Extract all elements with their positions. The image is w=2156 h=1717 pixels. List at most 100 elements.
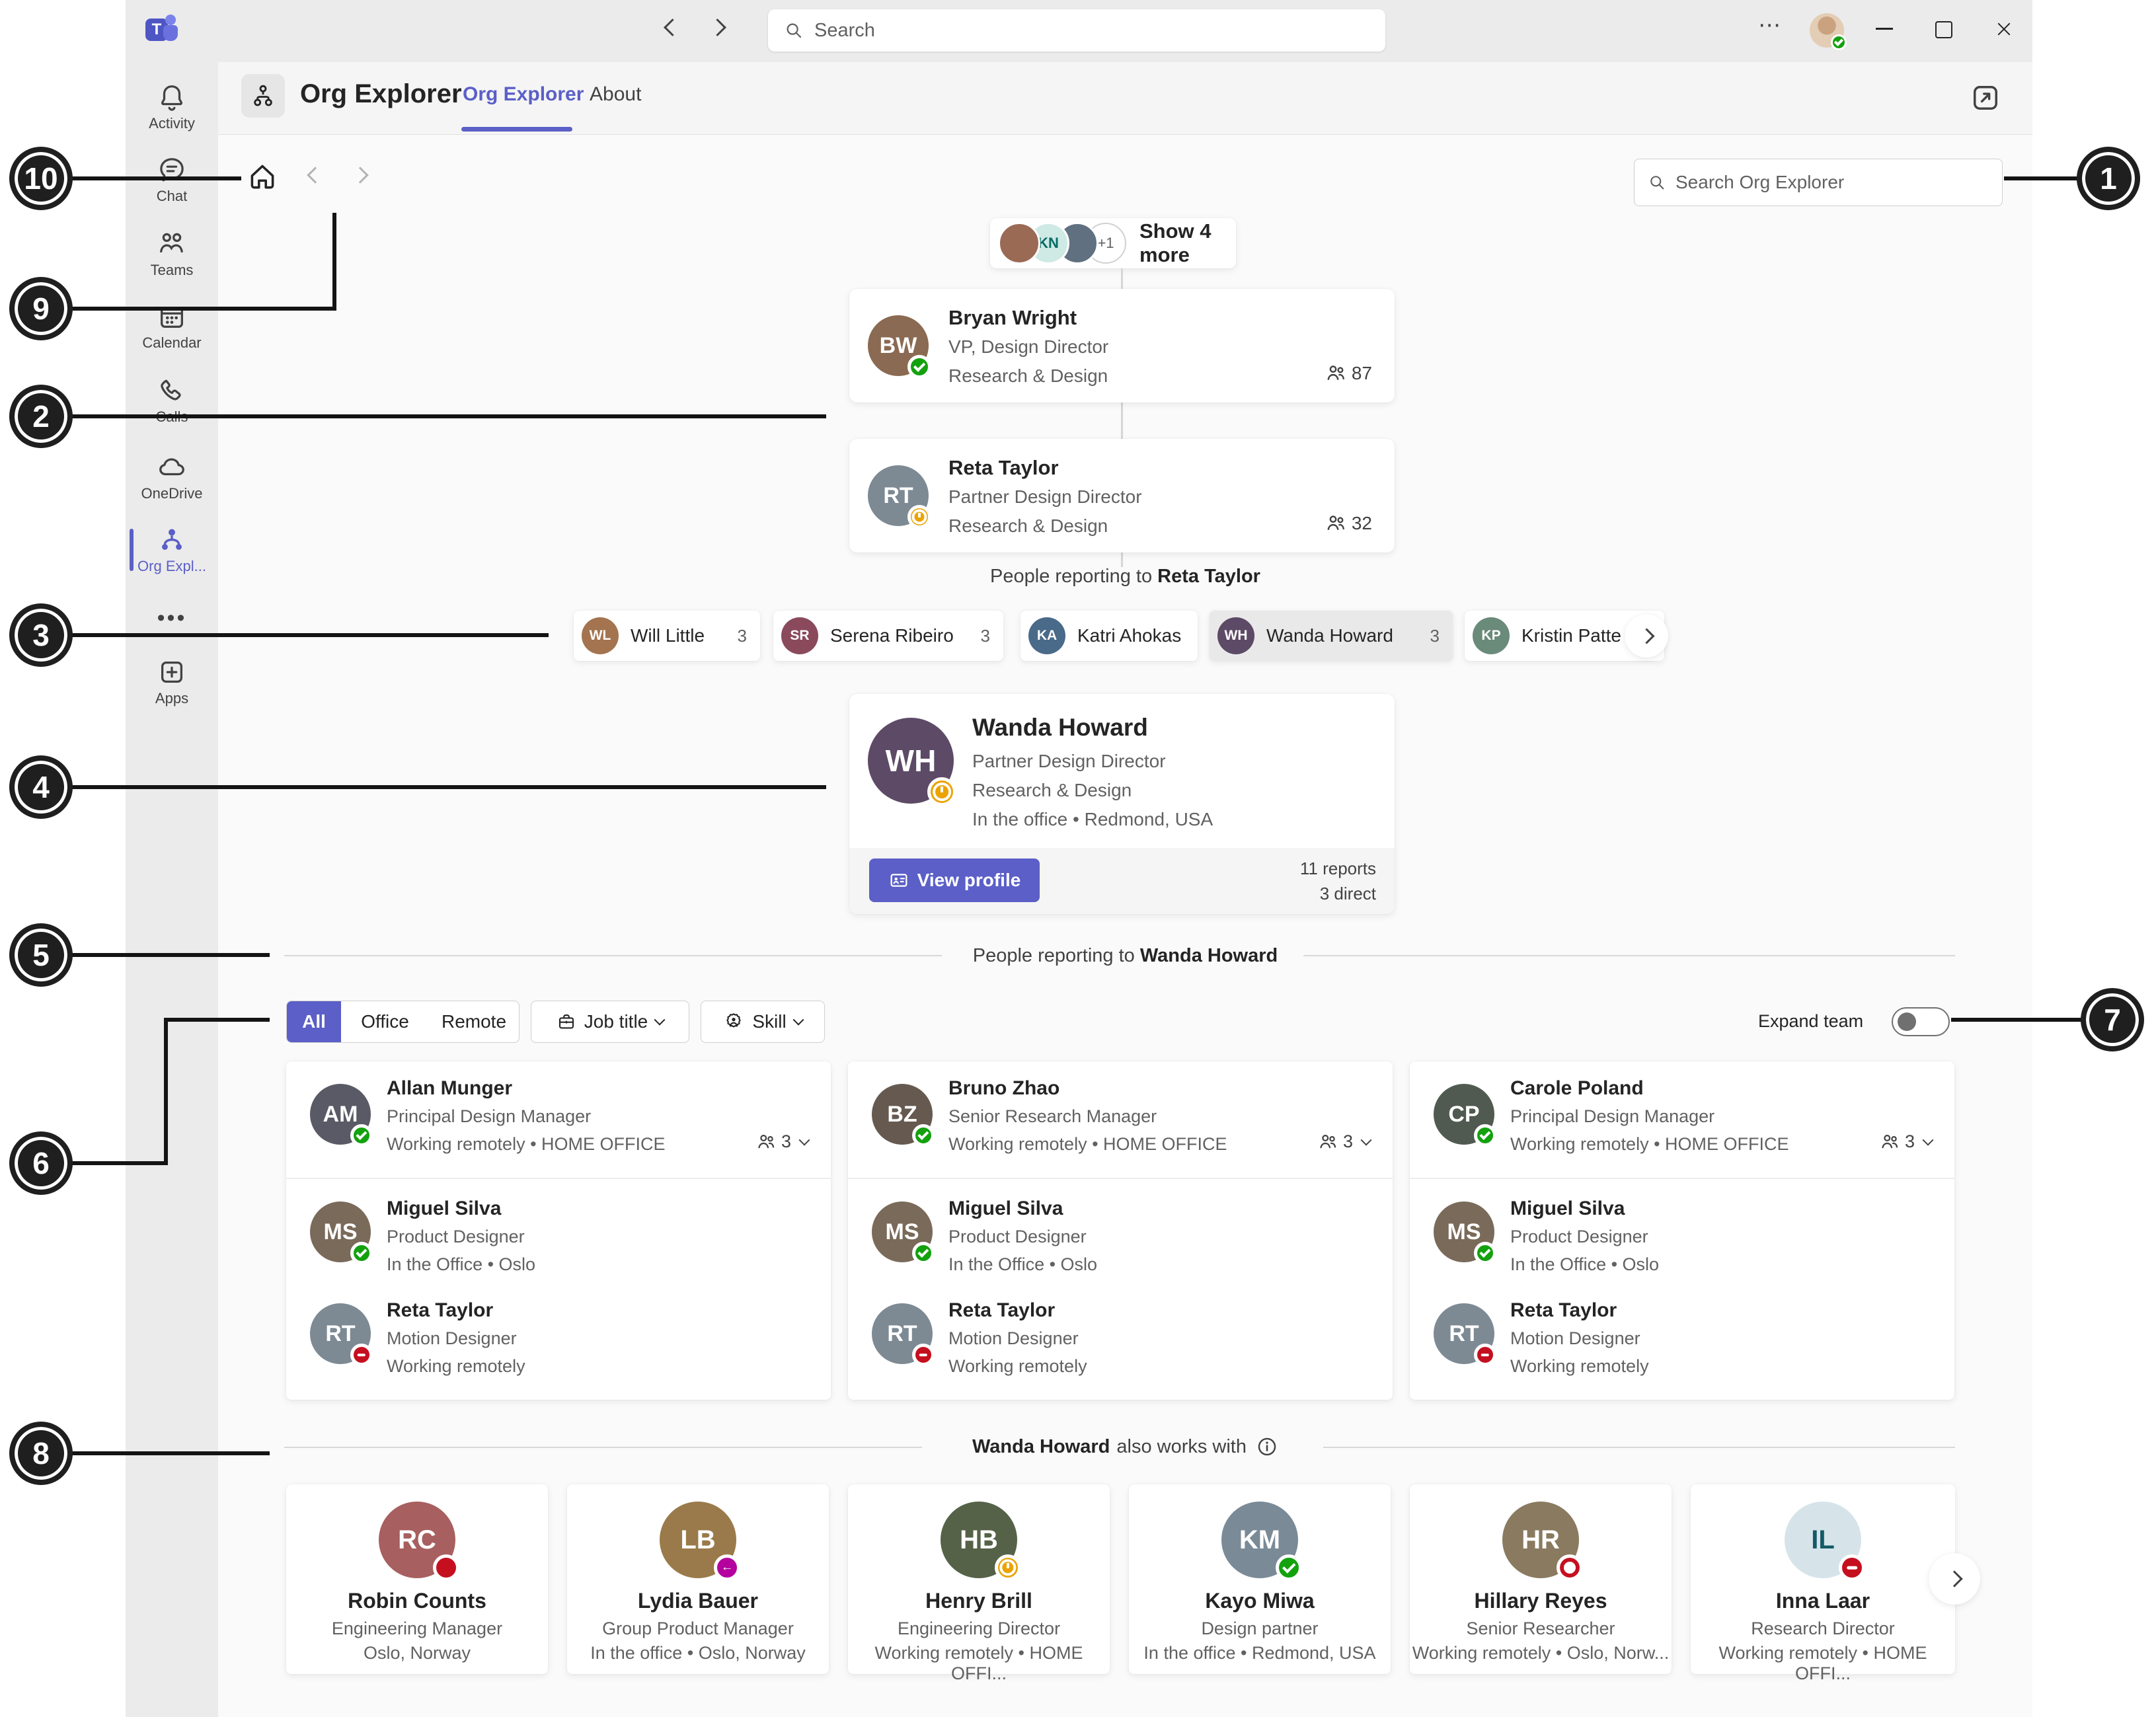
- teams-logo-icon: T: [145, 15, 178, 48]
- manager-card-reta-taylor[interactable]: RT Reta Taylor Partner Design Director R…: [849, 439, 1395, 553]
- titlebar-back-button[interactable]: [666, 21, 679, 34]
- expand-reports-control[interactable]: 3: [1880, 1131, 1932, 1152]
- sidebar-item-activity[interactable]: Activity: [126, 82, 218, 132]
- people-icon: [1880, 1132, 1900, 1152]
- toggle-knob: [1898, 1012, 1916, 1031]
- avatar: RT: [310, 1303, 371, 1364]
- person-title: Engineering Director: [848, 1619, 1110, 1639]
- minimize-icon[interactable]: [1876, 28, 1893, 30]
- selected-person-card[interactable]: WH Wanda Howard Partner Design Director …: [849, 694, 1395, 914]
- person-dept: Research & Design: [948, 365, 1108, 387]
- avatar: WL: [582, 617, 619, 654]
- org-search-input[interactable]: Search Org Explorer: [1634, 159, 2003, 206]
- close-icon[interactable]: [1995, 20, 2013, 38]
- person-title: Motion Designer: [1510, 1328, 1640, 1349]
- works-with-card-kayo-miwa[interactable]: KM Kayo Miwa Design partner In the offic…: [1129, 1484, 1391, 1674]
- reports-count: 11 reports: [1300, 856, 1376, 881]
- works-with-scroll-right-button[interactable]: [1929, 1553, 1980, 1605]
- global-search-input[interactable]: Search: [768, 9, 1385, 52]
- avatar: HR: [1502, 1502, 1579, 1578]
- team-column-carole-poland[interactable]: CP Carole Poland Principal Design Manage…: [1410, 1061, 1954, 1400]
- filter-all-segment[interactable]: All: [287, 1001, 341, 1042]
- sidebar-item-teams[interactable]: Teams: [126, 229, 218, 279]
- works-with-card-hillary-reyes[interactable]: HR Hillary Reyes Senior Researcher Worki…: [1410, 1484, 1672, 1674]
- avatar: RT: [868, 465, 929, 526]
- avatar: SR: [781, 617, 818, 654]
- expand-reports-control[interactable]: 3: [1318, 1131, 1370, 1152]
- home-button[interactable]: [246, 160, 279, 193]
- tab-org-explorer[interactable]: Org Explorer: [463, 83, 584, 106]
- calendar-icon: [157, 301, 187, 332]
- card-divider: [1410, 1178, 1954, 1179]
- expand-reports-control[interactable]: 3: [756, 1131, 808, 1152]
- card-divider: [286, 1178, 831, 1179]
- sidebar-item-label: Org Expl...: [126, 558, 218, 575]
- people-icon: [1318, 1132, 1338, 1152]
- expand-team-toggle[interactable]: [1892, 1007, 1950, 1036]
- person-name: Reta Taylor: [387, 1299, 493, 1322]
- person-title: Product Designer: [1510, 1227, 1648, 1247]
- person-location: Working remotely • HOME OFFI...: [848, 1643, 1110, 1684]
- works-with-card-lydia-bauer[interactable]: LB Lydia Bauer Group Product Manager In …: [567, 1484, 829, 1674]
- bell-icon: [157, 82, 187, 112]
- filter-remote-segment[interactable]: Remote: [429, 1001, 519, 1042]
- show-more-pill[interactable]: KN +1 Show 4 more: [990, 218, 1236, 268]
- job-title-filter-button[interactable]: Job title: [531, 1001, 689, 1043]
- presence-oof-busy-badge: [1557, 1554, 1583, 1581]
- window-titlebar: T Search ⋯: [126, 0, 2032, 63]
- person-name: Wanda Howard: [972, 714, 1148, 742]
- canvas-back-button[interactable]: [309, 169, 321, 181]
- callout-line-6: [71, 1161, 168, 1165]
- pills-scroll-right-button[interactable]: [1625, 614, 1668, 658]
- titlebar-forward-button[interactable]: [711, 21, 724, 34]
- info-icon[interactable]: [1256, 1435, 1278, 1458]
- more-ellipsis-icon[interactable]: ⋯: [1758, 12, 1782, 38]
- report-pill-serena-ribeiro[interactable]: SR Serena Ribeiro 3: [773, 611, 1003, 661]
- manager-card-bryan-wright[interactable]: BW Bryan Wright VP, Design Director Rese…: [849, 289, 1395, 402]
- report-pill-will-little[interactable]: WL Will Little 3: [574, 611, 760, 661]
- popout-icon[interactable]: [1968, 81, 2003, 115]
- presence-dnd-badge: [350, 1344, 373, 1366]
- overflow-avatar-1: [998, 222, 1040, 264]
- report-pill-katri-ahokas[interactable]: KA Katri Ahokas: [1020, 611, 1198, 661]
- active-rail-indicator: [130, 529, 134, 571]
- skill-filter-button[interactable]: Skill: [701, 1001, 825, 1043]
- works-with-card-robin-counts[interactable]: RC Robin Counts Engineering Manager Oslo…: [286, 1484, 548, 1674]
- presence-available-badge: [912, 1242, 935, 1264]
- person-name: Miguel Silva: [948, 1198, 1063, 1220]
- person-location: In the office • Oslo, Norway: [567, 1643, 829, 1663]
- person-status: Working remotely: [1510, 1356, 1649, 1377]
- pill-name: Serena Ribeiro: [830, 625, 954, 646]
- global-search-placeholder: Search: [814, 20, 875, 42]
- person-name: Miguel Silva: [1510, 1198, 1625, 1220]
- view-profile-button[interactable]: View profile: [869, 858, 1040, 902]
- callout-line-2: [71, 414, 826, 418]
- person-location: In the office • Redmond, USA: [972, 809, 1213, 830]
- team-column-bruno-zhao[interactable]: BZ Bruno Zhao Senior Research Manager Wo…: [848, 1061, 1393, 1400]
- callout-line-1: [2004, 176, 2081, 180]
- maximize-icon[interactable]: [1935, 21, 1952, 38]
- presence-available-badge: [912, 1124, 935, 1147]
- person-status: Working remotely • HOME OFFICE: [948, 1134, 1227, 1155]
- filter-office-segment[interactable]: Office: [341, 1001, 429, 1042]
- tab-about[interactable]: About: [590, 83, 641, 106]
- sidebar-item-org-explorer[interactable]: Org Expl...: [126, 525, 218, 575]
- briefcase-icon: [557, 1012, 576, 1032]
- canvas-forward-button[interactable]: [354, 169, 366, 181]
- chevron-down-icon: [799, 1134, 810, 1145]
- pill-name: Will Little: [631, 625, 705, 646]
- callout-line-9: [71, 307, 334, 311]
- callout-1: 1: [2077, 147, 2140, 210]
- sidebar-item-label: OneDrive: [126, 485, 218, 502]
- callout-line-8: [71, 1451, 270, 1455]
- user-avatar[interactable]: [1810, 13, 1844, 48]
- team-column-allan-munger[interactable]: AM Allan Munger Principal Design Manager…: [286, 1061, 831, 1400]
- person-name: Hillary Reyes: [1410, 1589, 1672, 1613]
- report-pill-wanda-howard-selected[interactable]: WH Wanda Howard 3: [1210, 611, 1453, 661]
- works-with-card-inna-laar[interactable]: IL Inna Laar Research Director Working r…: [1691, 1484, 1955, 1674]
- sidebar-item-apps[interactable]: Apps: [126, 657, 218, 707]
- sidebar-item-onedrive[interactable]: OneDrive: [126, 452, 218, 502]
- people-icon: [1325, 363, 1346, 384]
- works-with-card-henry-brill[interactable]: HB Henry Brill Engineering Director Work…: [848, 1484, 1110, 1674]
- sidebar-item-more[interactable]: •••: [126, 605, 218, 631]
